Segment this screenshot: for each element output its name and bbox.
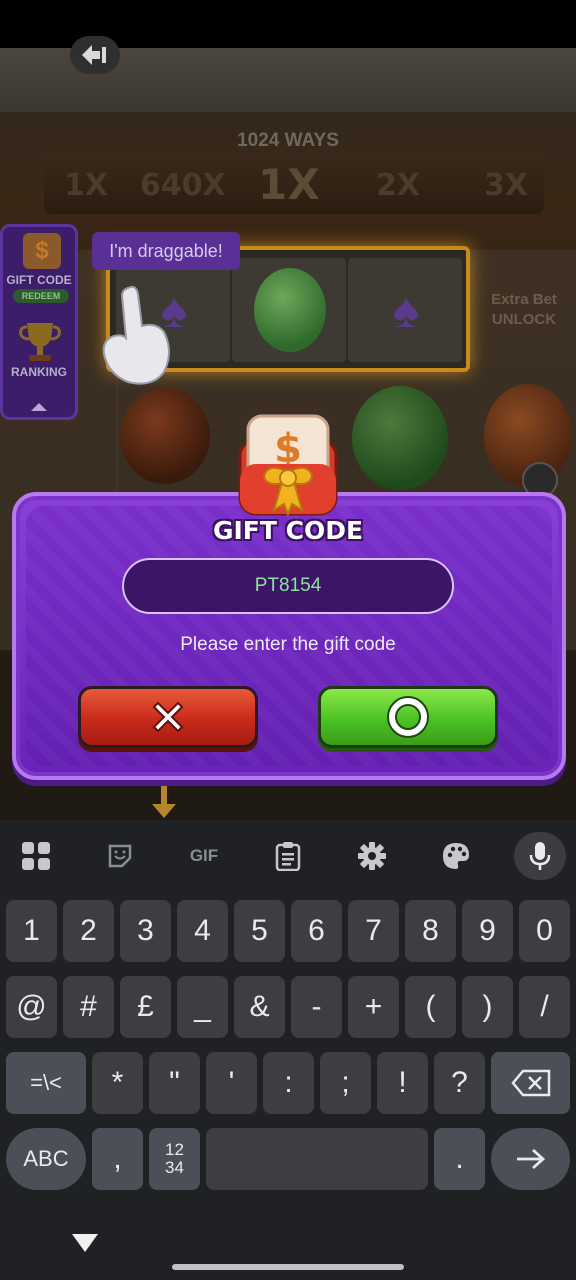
microphone-button[interactable] <box>514 832 566 880</box>
symbols-page-key[interactable]: =\< <box>6 1052 86 1114</box>
key-2[interactable]: 2 <box>63 900 114 962</box>
key-open-paren[interactable]: ( <box>405 976 456 1038</box>
key-underscore[interactable]: _ <box>177 976 228 1038</box>
extra-bet-text: Extra Bet <box>491 291 557 308</box>
redeem-badge[interactable]: REDEEM <box>13 289 69 303</box>
key-9[interactable]: 9 <box>462 900 513 962</box>
arrow-right-icon <box>516 1148 545 1170</box>
key-3[interactable]: 3 <box>120 900 171 962</box>
key-hash[interactable]: # <box>63 976 114 1038</box>
multiplier-2: 640X <box>140 168 226 203</box>
multiplier-4: 2X <box>376 168 421 203</box>
abc-key[interactable]: ABC <box>6 1128 86 1190</box>
settings-gear-icon[interactable] <box>352 838 392 874</box>
sticker-icon[interactable] <box>100 838 140 874</box>
spade-symbol-icon: ♠ <box>392 282 420 338</box>
ways-label: 1024 WAYS <box>237 130 339 151</box>
key-slash[interactable]: / <box>519 976 570 1038</box>
key-question[interactable]: ? <box>434 1052 485 1114</box>
side-gift-code-label[interactable]: GIFT CODE <box>3 273 75 287</box>
trophy-icon[interactable] <box>17 319 63 363</box>
reel-cell: ♠ <box>348 258 462 362</box>
collapse-up-icon[interactable] <box>31 403 47 411</box>
backspace-icon <box>510 1069 550 1097</box>
key-comma[interactable]: , <box>92 1128 143 1190</box>
dialog-title: GIFT CODE <box>212 516 364 545</box>
key-8[interactable]: 8 <box>405 900 456 962</box>
palette-icon[interactable] <box>436 838 476 874</box>
key-minus[interactable]: - <box>291 976 342 1038</box>
key-1[interactable]: 1 <box>6 900 57 962</box>
multiplier-active: 1X <box>258 160 320 209</box>
extra-bet-label: Extra Bet UNLOCK <box>472 290 576 330</box>
numpad-label-bottom: 34 <box>165 1158 184 1177</box>
key-pound[interactable]: £ <box>120 976 171 1038</box>
numpad-label-top: 12 <box>165 1140 184 1159</box>
key-colon[interactable]: : <box>263 1052 314 1114</box>
gif-icon[interactable]: GIF <box>184 838 224 874</box>
gift-code-input[interactable]: PT8154 <box>122 558 454 614</box>
draggable-tooltip: I'm draggable! <box>92 232 240 270</box>
backspace-key[interactable] <box>491 1052 570 1114</box>
key-0[interactable]: 0 <box>519 900 570 962</box>
confirm-button[interactable] <box>318 686 498 748</box>
cancel-button[interactable] <box>78 686 258 748</box>
down-arrow-icon <box>152 778 176 818</box>
clipboard-icon[interactable] <box>268 838 308 874</box>
key-close-paren[interactable]: ) <box>462 976 513 1038</box>
back-button[interactable] <box>70 36 120 74</box>
apps-grid-icon[interactable] <box>16 838 56 874</box>
key-semicolon[interactable]: ; <box>320 1052 371 1114</box>
key-asterisk[interactable]: * <box>92 1052 143 1114</box>
key-period[interactable]: . <box>434 1128 485 1190</box>
back-arrow-icon <box>82 45 106 65</box>
microphone-icon <box>529 842 551 870</box>
side-panel[interactable]: $ GIFT CODE REDEEM RANKING <box>0 224 78 420</box>
key-4[interactable]: 4 <box>177 900 228 962</box>
gesture-handle[interactable] <box>172 1264 404 1270</box>
multiplier-1: 1X <box>64 168 109 203</box>
space-key[interactable] <box>206 1128 428 1190</box>
pointing-hand-icon <box>102 285 170 385</box>
soft-keyboard: GIF <box>0 820 576 1280</box>
fruit-symbol <box>120 388 210 484</box>
hide-keyboard-icon[interactable] <box>72 1234 98 1252</box>
key-plus[interactable]: + <box>348 976 399 1038</box>
enter-key[interactable] <box>491 1128 570 1190</box>
key-single-quote[interactable]: ' <box>206 1052 257 1114</box>
key-exclamation[interactable]: ! <box>377 1052 428 1114</box>
side-ranking-label[interactable]: RANKING <box>3 365 75 379</box>
reel-cell <box>232 258 346 362</box>
melon-symbol <box>352 386 448 490</box>
close-x-icon <box>152 701 184 733</box>
gift-envelope-icon: $ <box>238 414 338 517</box>
key-ampersand[interactable]: & <box>234 976 285 1038</box>
numpad-key[interactable]: 12 34 <box>149 1128 200 1190</box>
multiplier-5: 3X <box>484 168 529 203</box>
extra-bet-unlock: UNLOCK <box>491 311 557 328</box>
key-double-quote[interactable]: " <box>149 1052 200 1114</box>
key-5[interactable]: 5 <box>234 900 285 962</box>
key-7[interactable]: 7 <box>348 900 399 962</box>
gift-code-prompt: Please enter the gift code <box>180 634 396 655</box>
dollar-icon: $ <box>23 233 61 269</box>
melon-symbol-icon <box>254 268 326 352</box>
key-6[interactable]: 6 <box>291 900 342 962</box>
confirm-circle-icon <box>387 696 429 738</box>
key-at[interactable]: @ <box>6 976 57 1038</box>
